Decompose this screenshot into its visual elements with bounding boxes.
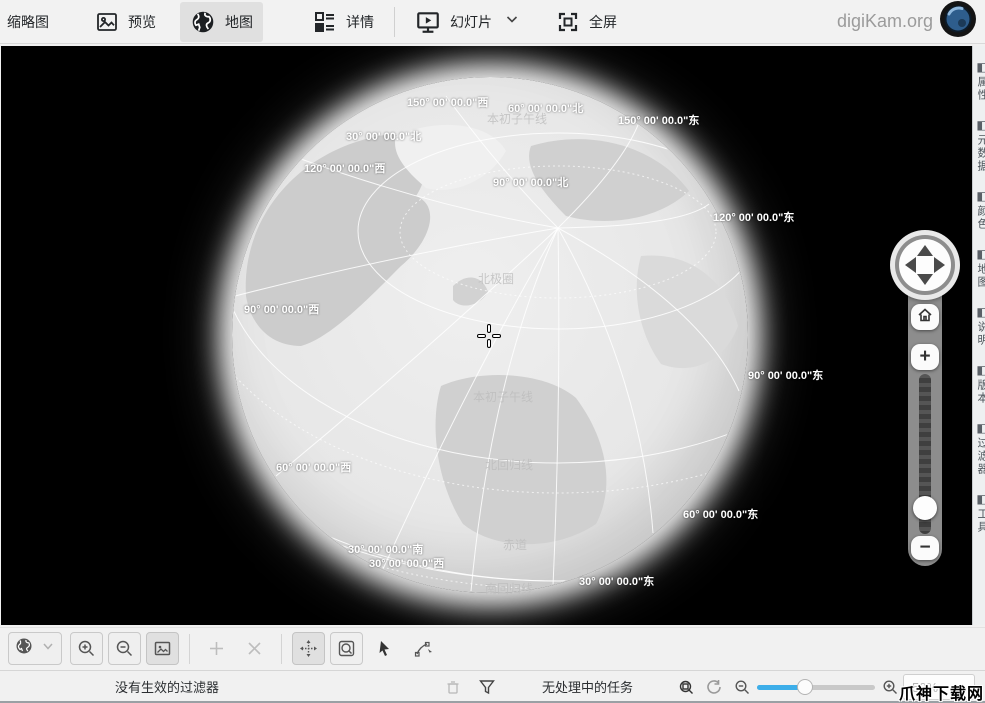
zoom-in-button[interactable]: + (911, 344, 939, 370)
minus-icon: − (919, 537, 930, 559)
view-preview-button[interactable]: 预览 (85, 3, 166, 41)
button-label: 详情 (346, 12, 374, 32)
arrow-up-icon (917, 245, 933, 256)
sidebar-tab[interactable]: 版本 (973, 363, 985, 405)
sidebar-tab[interactable]: 属性 (973, 60, 985, 102)
button-label: 幻灯片 (450, 12, 492, 32)
slider-handle[interactable] (797, 679, 813, 695)
globe-icon (190, 9, 216, 35)
grid-label: 60° 00' 00.0"东 (683, 506, 758, 522)
pan-dpad[interactable] (890, 230, 960, 300)
zoom-in-icon[interactable] (880, 677, 900, 697)
map-feature-label: 南回归线 (485, 580, 533, 597)
view-map-button[interactable]: 地图 (180, 2, 263, 42)
select-cursor-button[interactable] (368, 632, 401, 665)
arrow-right-icon (934, 257, 945, 273)
map-feature-label: 赤道 (503, 536, 527, 553)
home-button[interactable] (911, 304, 939, 330)
tasks-status-text: 无处理中的任务 (542, 677, 633, 696)
filter-status-text: 没有生效的过滤器 (115, 677, 219, 696)
grid-label: 30° 00' 00.0"西 (369, 555, 444, 571)
zoom-out-button[interactable] (108, 632, 141, 665)
details-list-icon (313, 10, 337, 34)
digikam-window: 缩略图 预览 地图 (0, 0, 985, 703)
map-feature-label: 北回归线 (485, 456, 533, 473)
sidebar-tab-list: 属性元数据颜色地图说明版本过滤器工具 (973, 60, 985, 534)
show-thumbnails-toggle[interactable] (146, 632, 179, 665)
map-theme-selector[interactable] (8, 632, 62, 665)
toolbar-separator (394, 7, 395, 37)
grid-label: 120° 00' 00.0"西 (304, 160, 385, 176)
grid-label: 90° 00' 00.0"北 (493, 174, 568, 190)
grid-label: 150° 00' 00.0"西 (407, 94, 488, 110)
grid-label: 30° 00' 00.0"北 (346, 128, 421, 144)
button-label: 全屏 (589, 12, 617, 32)
fullscreen-button[interactable]: 全屏 (546, 3, 627, 41)
view-thumbnails-button[interactable]: 缩略图 (0, 3, 59, 41)
grid-label: 30° 00' 00.0"东 (579, 573, 654, 589)
map-navigation-widget: + − (887, 228, 963, 578)
home-icon (917, 307, 933, 328)
chevron-down-icon (41, 639, 55, 658)
pan-mode-button[interactable] (292, 632, 325, 665)
map-feature-label: 北极圈 (478, 270, 514, 287)
sidebar-tab[interactable]: 颜色 (973, 189, 985, 231)
watermark-text: 爪神下载网 (899, 680, 984, 703)
zoom-in-button[interactable] (70, 632, 103, 665)
zoom-fit-icon[interactable] (676, 677, 696, 697)
map-feature-label: 本初子午线 (487, 110, 547, 127)
status-bar: 没有生效的过滤器 无处理中的任务 (0, 670, 985, 703)
fullscreen-icon (556, 10, 580, 34)
top-toolbar: 缩略图 预览 地图 (0, 0, 985, 44)
arrow-left-icon (905, 257, 916, 273)
preview-image-icon (95, 10, 119, 34)
region-selection-button[interactable] (406, 632, 439, 665)
button-label: 预览 (128, 12, 156, 32)
zoom-region-button[interactable] (330, 632, 363, 665)
map-feature-label: 本初子午线 (473, 388, 533, 405)
zoom-slider-handle[interactable] (913, 496, 937, 520)
grid-label: 60° 00' 00.0"西 (276, 459, 351, 475)
digikam-logo-icon (939, 0, 977, 43)
brand-text: digiKam.org (837, 11, 933, 32)
button-label: 缩略图 (7, 12, 49, 32)
plus-icon: + (919, 346, 930, 368)
grid-label: 90° 00' 00.0"东 (748, 367, 823, 383)
right-sidebar-tabbar: 属性元数据颜色地图说明版本过滤器工具 (972, 46, 985, 625)
chevron-down-icon[interactable] (504, 11, 520, 32)
filter-funnel-icon[interactable] (477, 677, 497, 697)
trash-icon[interactable] (443, 677, 463, 697)
map-theme-globe-icon (15, 637, 33, 660)
grid-label: 90° 00' 00.0"西 (244, 301, 319, 317)
crosshair-cursor-icon (477, 324, 501, 353)
sidebar-tab[interactable]: 元数据 (973, 118, 985, 173)
view-details-button[interactable]: 详情 (303, 3, 384, 41)
sidebar-tab[interactable]: 工具 (973, 492, 985, 534)
zoom-out-icon[interactable] (732, 677, 752, 697)
refresh-icon[interactable] (704, 677, 724, 697)
slideshow-button[interactable]: 幻灯片 (405, 2, 502, 42)
map-view-canvas[interactable]: 150° 00' 00.0"西60° 00' 00.0"北150° 00' 00… (1, 46, 972, 625)
zoom-out-button[interactable]: − (911, 536, 939, 560)
sidebar-tab[interactable]: 地图 (973, 247, 985, 289)
button-label: 地图 (225, 12, 253, 32)
arrow-down-icon (917, 274, 933, 285)
map-toolbar (0, 627, 985, 669)
grid-label: 150° 00' 00.0"东 (618, 112, 699, 128)
slideshow-screen-icon (415, 9, 441, 35)
grid-label: 120° 00' 00.0"东 (713, 209, 794, 225)
increase-thumbnail-button[interactable] (200, 632, 233, 665)
toolbar-separator (189, 634, 190, 664)
toolbar-separator (281, 634, 282, 664)
sidebar-tab[interactable]: 说明 (973, 305, 985, 347)
thumbnail-size-slider[interactable] (757, 685, 875, 690)
remove-thumbnail-button[interactable] (238, 632, 271, 665)
sidebar-tab[interactable]: 过滤器 (973, 421, 985, 476)
